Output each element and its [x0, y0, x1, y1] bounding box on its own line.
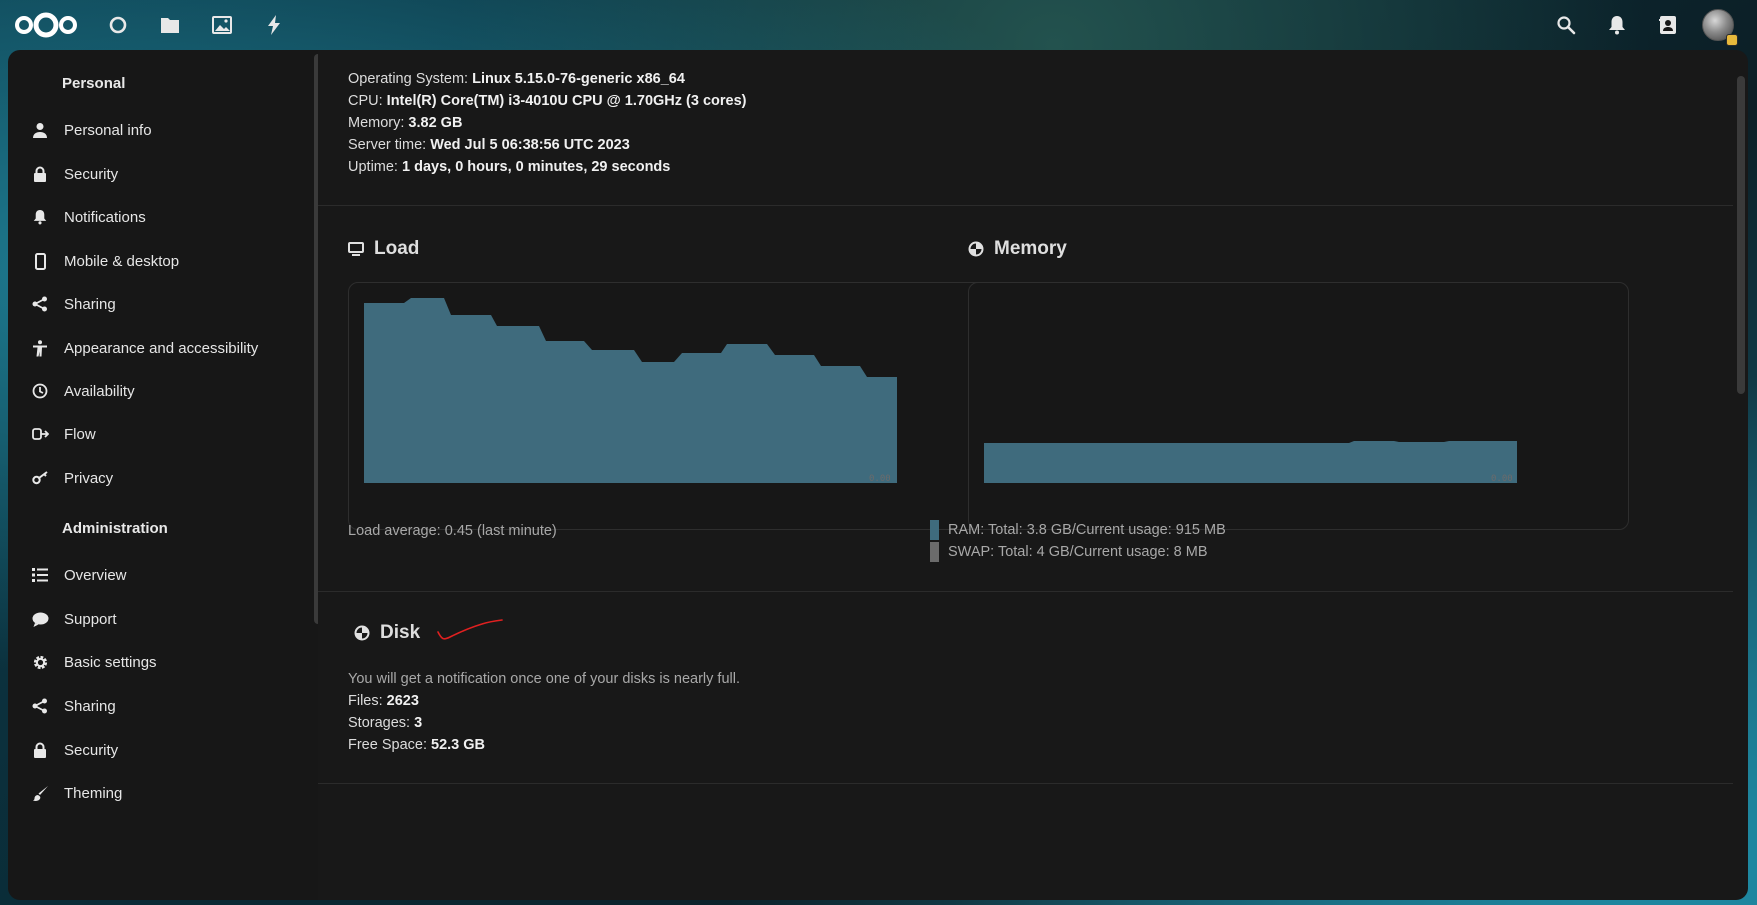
sidebar-item-overview[interactable]: Overview [8, 555, 308, 595]
sidebar-item-label: Appearance and accessibility [64, 339, 259, 357]
load-area [364, 298, 897, 483]
administration-heading: Administration [62, 520, 168, 537]
sidebar-item-label: Basic settings [64, 653, 157, 671]
storages-line: Storages: 3 [348, 715, 423, 731]
phone-icon [30, 251, 50, 271]
sidebar-item-privacy[interactable]: Privacy [8, 458, 308, 498]
chat-icon [30, 609, 50, 629]
load-average-caption: Load average: 0.45 (last minute) [348, 523, 557, 539]
ram-legend: RAM: Total: 3.8 GB/Current usage: 915 MB [930, 520, 1226, 540]
server-time-line: Server time: Wed Jul 5 06:38:56 UTC 2023 [348, 137, 630, 153]
sidebar-item-personal-info[interactable]: Personal info [8, 110, 308, 150]
divider [318, 783, 1733, 784]
sidebar-item-label: Privacy [64, 469, 114, 487]
sidebar-item-support[interactable]: Support [8, 599, 308, 639]
sidebar-item-availability[interactable]: Availability [8, 371, 308, 411]
status-badge [1726, 34, 1738, 46]
monitor-icon [348, 240, 366, 258]
list-icon [30, 565, 50, 585]
pie-icon [354, 624, 372, 642]
os-line: Operating System: Linux 5.15.0-76-generi… [348, 71, 685, 87]
sidebar-item-label: Security [64, 165, 119, 183]
memory-title: Memory [968, 238, 1067, 260]
disk-note: You will get a notification once one of … [348, 671, 740, 687]
sidebar-item-theming[interactable]: Theming [8, 773, 308, 813]
activity-icon[interactable] [262, 13, 286, 37]
sidebar-item-flow[interactable]: Flow [8, 414, 308, 454]
bell-icon [30, 207, 50, 227]
main-content: Operating System: Linux 5.15.0-76-generi… [318, 50, 1748, 900]
contacts-icon[interactable] [1656, 13, 1680, 37]
sidebar-item-label: Notifications [64, 208, 146, 226]
sidebar-item-label: Availability [64, 382, 135, 400]
lock-icon [30, 740, 50, 760]
free-space-line: Free Space: 52.3 GB [348, 737, 486, 753]
sidebar-item-label: Mobile & desktop [64, 252, 180, 270]
main-scrollbar[interactable] [1737, 76, 1745, 394]
flow-icon [30, 424, 50, 444]
brush-icon [30, 783, 50, 803]
sidebar-item-label: Security [64, 741, 119, 759]
swap-swatch [930, 542, 939, 562]
sidebar-item-label: Support [64, 610, 117, 628]
sidebar-item-appearance[interactable]: Appearance and accessibility [8, 328, 308, 368]
sidebar-item-admin-security[interactable]: Security [8, 730, 308, 770]
divider [318, 205, 1733, 206]
sidebar-item-label: Sharing [64, 295, 116, 313]
divider [318, 591, 1733, 592]
sidebar-item-mobile-desktop[interactable]: Mobile & desktop [8, 241, 308, 281]
key-icon [30, 468, 50, 488]
sidebar-item-label: Personal info [64, 121, 152, 139]
gear-icon [30, 652, 50, 672]
files-icon[interactable] [158, 13, 182, 37]
memory-chart: 0.00 [968, 282, 1629, 530]
sidebar-item-notifications[interactable]: Notifications [8, 197, 308, 237]
red-annotation-mark [437, 619, 503, 640]
sidebar-item-admin-sharing[interactable]: Sharing [8, 686, 308, 726]
share-icon [30, 294, 50, 314]
user-icon [30, 120, 50, 140]
notifications-icon[interactable] [1605, 13, 1629, 37]
top-header [0, 0, 1757, 50]
sidebar-item-basic-settings[interactable]: Basic settings [8, 642, 308, 682]
sidebar-item-label: Theming [64, 784, 123, 802]
lock-icon [30, 164, 50, 184]
memory-line: Memory: 3.82 GB [348, 115, 463, 131]
photos-icon[interactable] [210, 13, 234, 37]
accessibility-icon [30, 338, 50, 358]
files-line: Files: 2623 [348, 693, 419, 709]
sidebar-item-label: Flow [64, 425, 96, 443]
load-chart: 0.00 [348, 282, 1009, 530]
pie-icon [968, 240, 986, 258]
nextcloud-logo[interactable] [14, 10, 78, 40]
load-min-label: 0.00 [869, 474, 891, 484]
sidebar-item-label: Sharing [64, 697, 116, 715]
search-icon[interactable] [1554, 13, 1578, 37]
sidebar-item-sharing[interactable]: Sharing [8, 284, 308, 324]
ram-swatch [930, 520, 939, 540]
personal-heading: Personal [62, 75, 126, 92]
sidebar-item-security[interactable]: Security [8, 154, 308, 194]
sidebar-item-label: Overview [64, 566, 127, 584]
settings-sidebar: Personal Personal info Security Notifica… [8, 50, 318, 900]
swap-legend: SWAP: Total: 4 GB/Current usage: 8 MB [930, 542, 1208, 562]
load-title: Load [348, 238, 419, 260]
memory-min-label: 0.00 [1491, 474, 1513, 484]
ram-area [984, 441, 1517, 483]
clock-icon [30, 381, 50, 401]
dashboard-icon[interactable] [106, 13, 130, 37]
uptime-line: Uptime: 1 days, 0 hours, 0 minutes, 29 s… [348, 159, 671, 175]
cpu-line: CPU: Intel(R) Core(TM) i3-4010U CPU @ 1.… [348, 93, 747, 109]
disk-title: Disk [354, 622, 420, 644]
share-icon [30, 696, 50, 716]
